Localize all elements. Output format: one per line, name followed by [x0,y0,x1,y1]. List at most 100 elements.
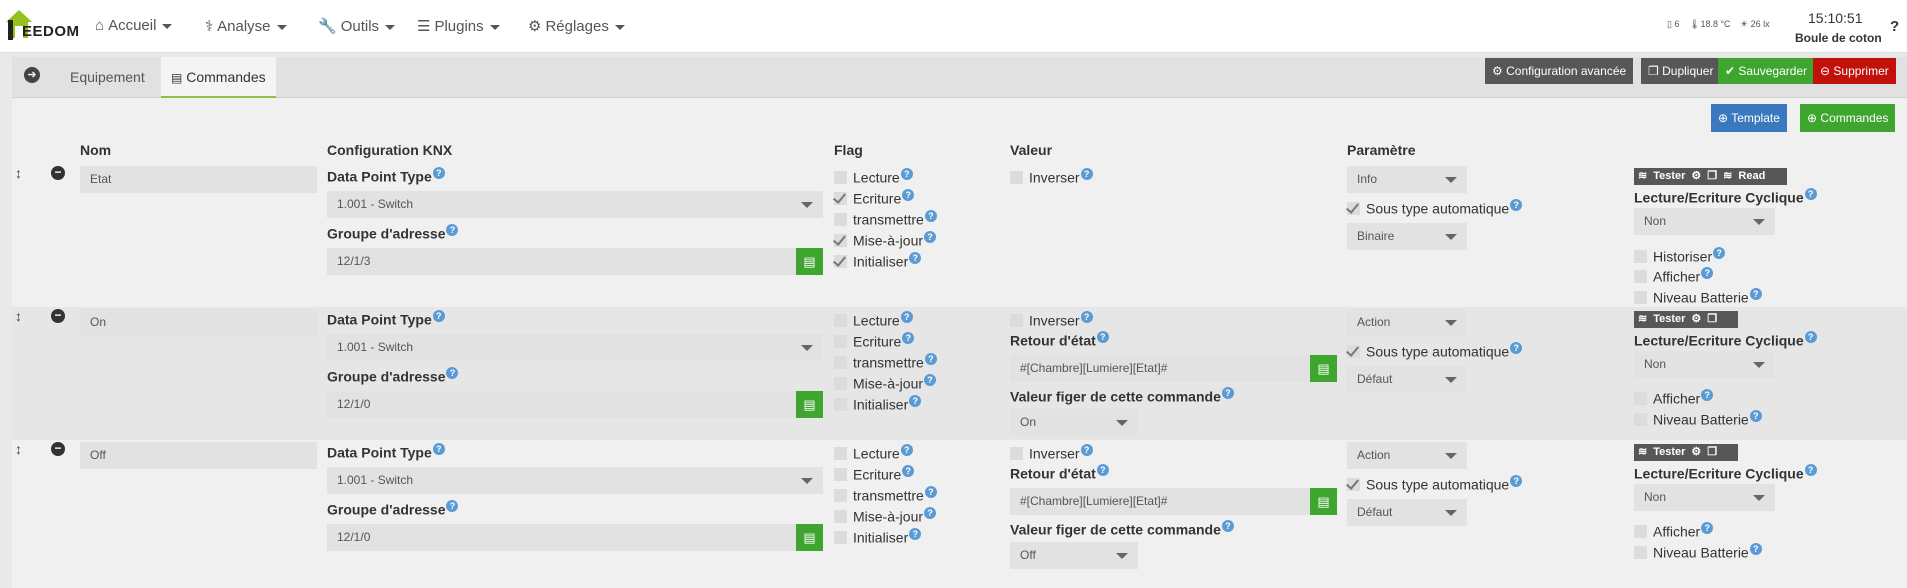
nav-accueil[interactable]: ⌂ Accueil [95,17,173,34]
help-question-icon[interactable]: ? [1804,331,1817,343]
freeze-value-select[interactable]: On [1010,409,1138,436]
remove-command-icon[interactable]: − [51,442,65,456]
flag-initialiser[interactable]: Initialiser? [834,252,922,270]
add-command-button[interactable]: ⊕ Commandes [1800,104,1896,132]
copy-icon[interactable]: ❐ [1707,313,1717,325]
help-question-icon[interactable]: ? [924,231,937,243]
flag-lecture[interactable]: Lecture? [834,311,913,329]
flag-transmettre[interactable]: transmettre? [834,210,937,228]
cyclic-select[interactable]: Non [1634,208,1775,235]
list-command-icon[interactable]: ▤ [1310,488,1337,515]
checkbox[interactable] [834,212,847,226]
checkbox[interactable] [1634,524,1647,538]
checkbox[interactable] [1347,344,1360,358]
help-question-icon[interactable]: ? [1701,522,1714,534]
help-question-icon[interactable]: ? [446,500,459,512]
checkbox[interactable] [1010,170,1023,184]
group-address-input[interactable]: 12/1/0 [327,524,796,551]
checkbox[interactable] [834,233,847,247]
help-question-icon[interactable]: ? [924,210,937,222]
help-question-icon[interactable]: ? [924,486,937,498]
type-select[interactable]: Action [1347,442,1467,469]
help-question-icon[interactable]: ? [432,167,445,179]
battery-checkbox[interactable]: Niveau Batterie? [1634,410,1762,428]
help-question-icon[interactable]: ? [1510,475,1523,487]
list-address-icon[interactable]: ▤ [796,391,823,418]
command-name-input[interactable]: Off [80,442,317,469]
help-question-icon[interactable]: ? [902,332,915,344]
checkbox[interactable] [834,446,847,460]
return-state-input[interactable]: #[Chambre][Lumiere][Etat]# [1010,488,1310,515]
subtype-auto-checkbox[interactable]: Sous type automatique? [1347,342,1523,360]
invert-checkbox[interactable]: Inverser? [1010,311,1093,329]
jeedom-logo[interactable]: EEDOM [4,8,79,42]
remove-command-icon[interactable]: − [51,166,65,180]
tester-button[interactable]: Tester [1653,170,1685,182]
freeze-value-select[interactable]: Off [1010,542,1138,569]
checkbox[interactable] [834,397,847,411]
checkbox[interactable] [834,334,847,348]
drag-handle-icon[interactable]: ↕ [15,441,22,457]
flag-transmettre[interactable]: transmettre? [834,486,937,504]
save-button[interactable]: ✔ Sauvegarder [1718,58,1815,84]
help-question-icon[interactable]: ? [1510,342,1523,354]
display-checkbox[interactable]: Afficher? [1634,389,1714,407]
flag-lecture[interactable]: Lecture? [834,444,913,462]
checkbox[interactable] [1634,249,1647,263]
command-name-input[interactable]: On [80,309,317,336]
subtype-select[interactable]: Défaut [1347,366,1467,393]
checkbox[interactable] [1010,446,1023,460]
checkbox[interactable] [834,530,847,544]
nav-outils[interactable]: 🔧 Outils [318,17,396,35]
remove-command-icon[interactable]: − [51,309,65,323]
help-question-icon[interactable]: ? [909,528,922,540]
display-checkbox[interactable]: Afficher? [1634,522,1714,540]
help-question-icon[interactable]: ? [900,444,913,456]
flag-mise-a-jour[interactable]: Mise-à-jour? [834,507,937,525]
checkbox[interactable] [834,509,847,523]
help-question-icon[interactable]: ? [1080,168,1093,180]
subtype-auto-checkbox[interactable]: Sous type automatique? [1347,475,1523,493]
checkbox[interactable] [834,488,847,502]
list-command-icon[interactable]: ▤ [1310,355,1337,382]
help-question-icon[interactable]: ? [902,465,915,477]
tab-equipement[interactable]: Equipement [60,57,155,98]
help-question-icon[interactable]: ? [902,189,915,201]
return-state-input[interactable]: #[Chambre][Lumiere][Etat]# [1010,355,1310,382]
checkbox[interactable] [834,467,847,481]
help-question-icon[interactable]: ? [909,395,922,407]
nav-reglages[interactable]: ⚙ Réglages [528,17,625,35]
flag-transmettre[interactable]: transmettre? [834,353,937,371]
help-question-icon[interactable]: ? [924,353,937,365]
help-question-icon[interactable]: ? [1080,444,1093,456]
help-question-icon[interactable]: ? [1096,464,1109,476]
flag-ecriture[interactable]: Ecriture? [834,332,915,350]
help-question-icon[interactable]: ? [432,443,445,455]
flag-mise-a-jour[interactable]: Mise-à-jour? [834,374,937,392]
flag-initialiser[interactable]: Initialiser? [834,528,922,546]
subtype-select[interactable]: Binaire [1347,223,1467,250]
checkbox[interactable] [1347,201,1360,215]
help-question-icon[interactable]: ? [1096,331,1109,343]
checkbox[interactable] [834,376,847,390]
cogs-icon[interactable]: ⚙ [1691,446,1701,458]
help-question-icon[interactable]: ? [1749,288,1762,300]
help-question-icon[interactable]: ? [924,507,937,519]
display-checkbox[interactable]: Afficher? [1634,267,1714,285]
dpt-select[interactable]: 1.001 - Switch [327,191,823,218]
checkbox[interactable] [1634,269,1647,283]
list-address-icon[interactable]: ▤ [796,248,823,275]
cogs-icon[interactable]: ⚙ [1691,170,1701,182]
tab-commandes[interactable]: ▤ Commandes [161,57,276,98]
subtype-auto-checkbox[interactable]: Sous type automatique? [1347,199,1523,217]
user-name[interactable]: Boule de coton [1795,31,1882,45]
type-select[interactable]: Action [1347,309,1467,336]
checkbox[interactable] [834,170,847,184]
group-address-input[interactable]: 12/1/0 [327,391,796,418]
help-question-icon[interactable]: ? [1221,520,1234,532]
flag-mise-a-jour[interactable]: Mise-à-jour? [834,231,937,249]
type-select[interactable]: Info [1347,166,1467,193]
checkbox[interactable] [834,254,847,268]
nav-plugins[interactable]: ☰ Plugins [417,17,500,35]
flag-ecriture[interactable]: Ecriture? [834,465,915,483]
